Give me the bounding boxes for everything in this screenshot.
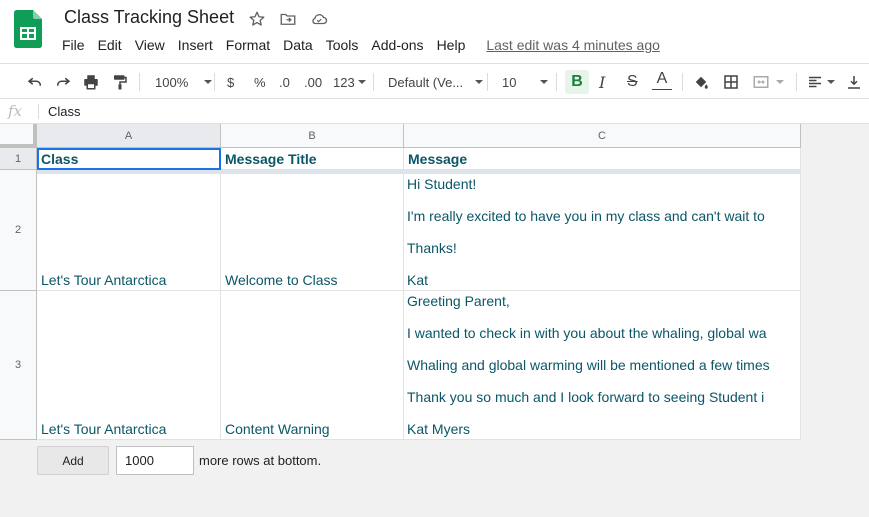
- font-caret-icon: [475, 80, 484, 84]
- strikethrough-button[interactable]: S: [627, 72, 638, 92]
- currency-button[interactable]: $: [227, 72, 234, 92]
- rows-count-input[interactable]: [116, 446, 194, 475]
- menu-bar: File Edit View Insert Format Data Tools …: [62, 37, 673, 53]
- undo-icon[interactable]: [26, 72, 44, 92]
- increase-decimal-label: .00: [304, 74, 323, 90]
- document-title[interactable]: Class Tracking Sheet: [64, 7, 234, 28]
- cell-a2-text: Let's Tour Antarctica: [41, 272, 167, 288]
- column-header-a[interactable]: A: [37, 124, 221, 148]
- sheets-logo-icon[interactable]: [14, 10, 42, 48]
- paint-format-icon[interactable]: [111, 72, 129, 92]
- cell-b2[interactable]: Welcome to Class: [221, 170, 404, 291]
- redo-icon[interactable]: [54, 72, 72, 92]
- zoom-value: 100%: [155, 74, 189, 90]
- menu-file[interactable]: File: [62, 37, 85, 53]
- menu-edit[interactable]: Edit: [98, 37, 122, 53]
- more-formats-caret-icon: [357, 80, 366, 84]
- menu-help[interactable]: Help: [437, 37, 466, 53]
- menu-addons[interactable]: Add-ons: [371, 37, 423, 53]
- cell-a1[interactable]: Class: [37, 148, 221, 170]
- cell-b3[interactable]: Content Warning: [221, 291, 404, 440]
- add-rows-button[interactable]: Add: [37, 446, 109, 475]
- merge-caret-icon: [776, 80, 784, 84]
- text-color-letter: A: [656, 70, 668, 87]
- borders-icon[interactable]: [722, 72, 740, 92]
- font-size-value: 10: [502, 74, 517, 90]
- cell-c3-line: Kat Myers: [407, 421, 471, 437]
- cell-b2-text: Welcome to Class: [225, 272, 338, 288]
- valign-bottom-icon[interactable]: [845, 72, 863, 92]
- text-color-button[interactable]: A: [652, 70, 672, 90]
- menu-data[interactable]: Data: [283, 37, 313, 53]
- cell-c2-line: Kat: [407, 272, 429, 288]
- menu-insert[interactable]: Insert: [178, 37, 213, 53]
- menu-tools[interactable]: Tools: [326, 37, 359, 53]
- cell-c3-line: I wanted to check in with you about the …: [407, 325, 767, 341]
- bold-button[interactable]: B: [565, 70, 589, 94]
- font-name: Default (Ve...: [388, 74, 464, 90]
- cell-c2[interactable]: Hi Student! I'm really excited to have y…: [404, 170, 801, 291]
- decrease-decimal-label: .0: [279, 74, 290, 90]
- column-header-b[interactable]: B: [221, 124, 404, 148]
- spreadsheet-app: Class Tracking Sheet File Edit View Inse…: [0, 0, 869, 517]
- formula-value[interactable]: Class: [48, 104, 81, 119]
- star-icon[interactable]: [248, 10, 266, 28]
- cell-c3-line: Greeting Parent,: [407, 293, 510, 309]
- frozen-row-divider[interactable]: [37, 170, 801, 174]
- cell-b3-text: Content Warning: [225, 421, 330, 437]
- increase-decimal-button[interactable]: .00: [304, 72, 322, 92]
- font-size-select[interactable]: 10: [502, 72, 549, 92]
- cell-a3[interactable]: Let's Tour Antarctica: [37, 291, 221, 440]
- more-formats-label: 123: [333, 74, 355, 90]
- more-rows-label: more rows at bottom.: [199, 453, 322, 468]
- cell-c1[interactable]: Message: [404, 148, 801, 170]
- cell-c3-line: Thank you so much and I look forward to …: [407, 389, 765, 405]
- zoom-select[interactable]: 100%: [155, 72, 213, 92]
- formula-bar[interactable]: fx Class: [0, 99, 869, 124]
- font-size-caret-icon: [540, 80, 549, 84]
- move-folder-icon[interactable]: [279, 10, 297, 28]
- cell-c2-line: I'm really excited to have you in my cla…: [407, 208, 765, 224]
- print-icon[interactable]: [82, 72, 100, 92]
- percent-button[interactable]: %: [254, 72, 266, 92]
- decrease-decimal-button[interactable]: .0: [279, 72, 290, 92]
- cell-c2-line: Thanks!: [407, 240, 457, 256]
- toolbar: 100% $ % .0 .00 123 Default (Ve... 10 B …: [0, 63, 869, 99]
- merge-cells-icon[interactable]: [752, 72, 784, 92]
- font-select[interactable]: Default (Ve...: [388, 72, 484, 92]
- more-formats-select[interactable]: 123: [333, 72, 366, 92]
- cell-c2-line: Hi Student!: [407, 176, 477, 192]
- fill-color-icon[interactable]: [692, 72, 710, 92]
- align-left-icon[interactable]: [806, 72, 835, 92]
- text-color-swatch: [652, 89, 672, 90]
- last-edit-link[interactable]: Last edit was 4 minutes ago: [486, 37, 660, 53]
- row-header-1[interactable]: 1: [0, 148, 37, 170]
- fx-icon: fx: [8, 102, 23, 120]
- cell-a2[interactable]: Let's Tour Antarctica: [37, 170, 221, 291]
- menu-format[interactable]: Format: [226, 37, 270, 53]
- cell-c3-line: Whaling and global warming will be menti…: [407, 357, 770, 373]
- italic-button[interactable]: I: [599, 72, 605, 92]
- cell-c3[interactable]: Greeting Parent, I wanted to check in wi…: [404, 291, 801, 440]
- zoom-caret-icon: [204, 80, 213, 84]
- cloud-saved-icon[interactable]: [310, 10, 328, 28]
- row-header-3[interactable]: 3: [0, 291, 37, 440]
- align-caret-icon: [827, 80, 835, 84]
- row-header-2[interactable]: 2: [0, 170, 37, 291]
- add-rows-bar: Add more rows at bottom.: [37, 446, 321, 475]
- cell-a3-text: Let's Tour Antarctica: [41, 421, 167, 437]
- select-all-corner[interactable]: [0, 124, 37, 148]
- cell-b1[interactable]: Message Title: [221, 148, 404, 170]
- column-header-c[interactable]: C: [404, 124, 801, 148]
- menu-view[interactable]: View: [135, 37, 165, 53]
